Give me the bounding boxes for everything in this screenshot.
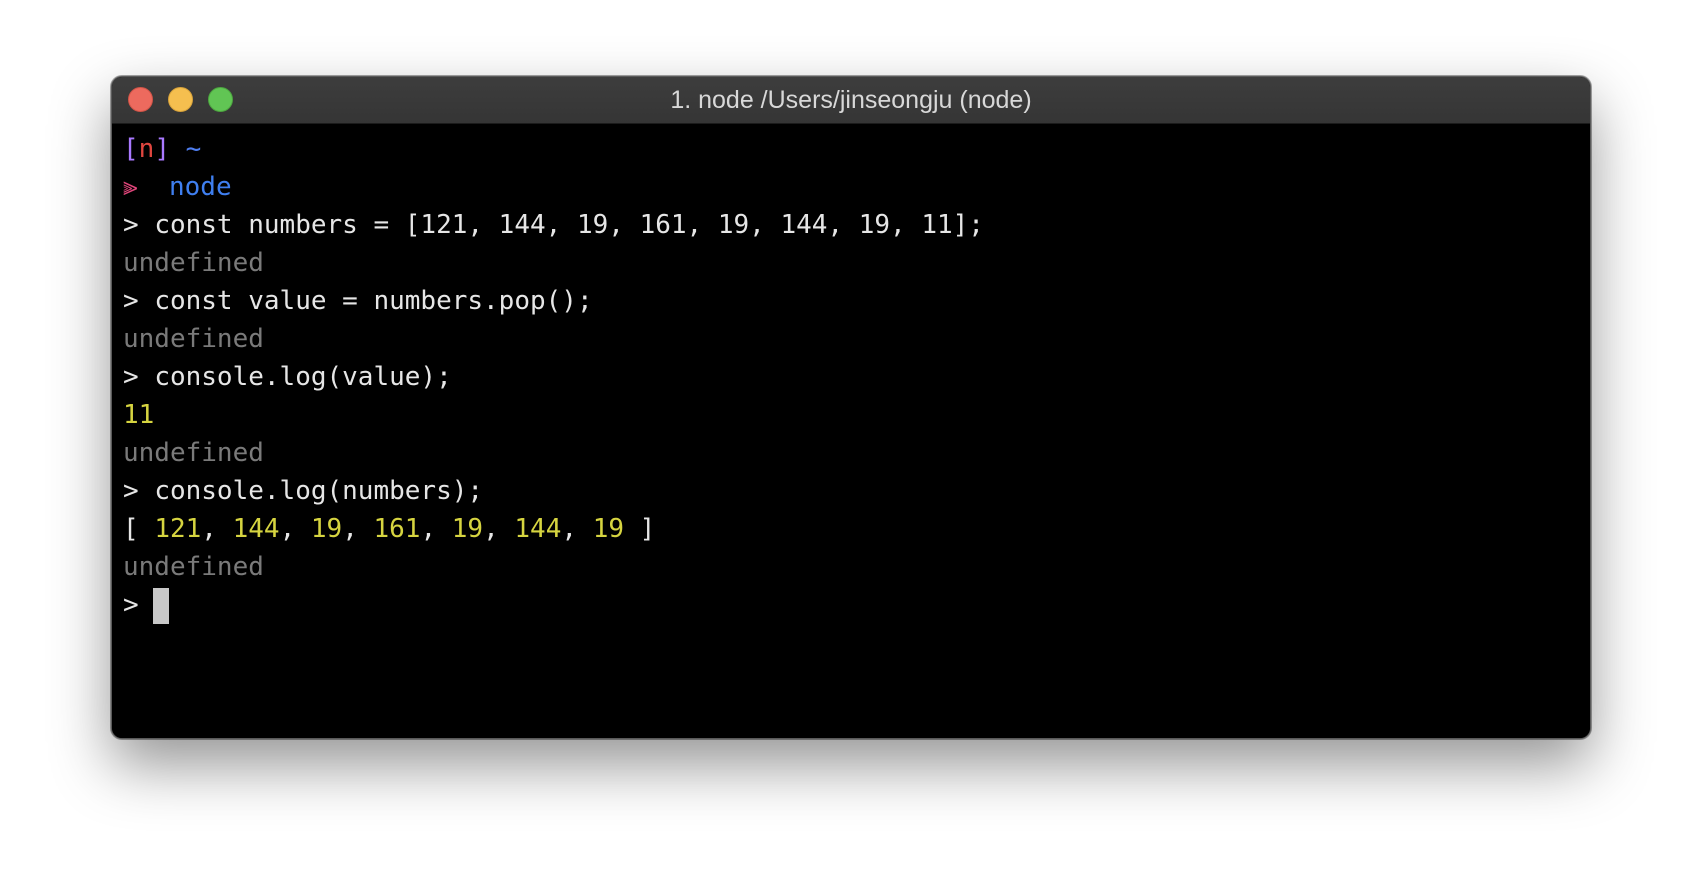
repl-prompt-symbol: > (123, 590, 139, 620)
repl-output-undefined: undefined (123, 244, 1590, 282)
repl-output-undefined: undefined (123, 434, 1590, 472)
repl-input-line: > console.log(value); (123, 358, 1590, 396)
array-element: 144 (232, 514, 280, 544)
repl-output-array: [ 121, 144, 19, 161, 19, 144, 19 ] (123, 514, 656, 544)
prompt-arrow-icon: ⫸ (123, 172, 138, 202)
repl-output-number: 11 (123, 396, 1590, 434)
window-title: 1. node /Users/jinseongju (node) (670, 86, 1032, 114)
terminal-window: 1. node /Users/jinseongju (node) [n] ~ ⫸… (111, 76, 1591, 739)
repl-output-text: undefined (123, 248, 264, 278)
repl-output-undefined: undefined (123, 320, 1590, 358)
repl-input-text: console.log(numbers); (154, 476, 484, 506)
repl-prompt-symbol: > (123, 362, 139, 392)
repl-input-text: const value = numbers.pop(); (154, 286, 593, 316)
shell-prompt-line: [n] ~ (123, 130, 1590, 168)
repl-output-text: undefined (123, 552, 264, 582)
prompt-n-indicator: n (138, 134, 155, 164)
array-element: 121 (154, 514, 202, 544)
prompt-bracket-open: [ (123, 134, 139, 164)
title-bar[interactable]: 1. node /Users/jinseongju (node) (112, 77, 1590, 124)
repl-output-text: undefined (123, 324, 264, 354)
shell-command-line: ⫸ node (123, 168, 1590, 206)
repl-input-line: > console.log(numbers); (123, 472, 1590, 510)
repl-output-text: undefined (123, 438, 264, 468)
repl-prompt-symbol: > (123, 476, 139, 506)
repl-output-undefined: undefined (123, 548, 1590, 586)
repl-history: > const numbers = [121, 144, 19, 161, 19… (123, 206, 1590, 586)
repl-input-text: console.log(value); (154, 362, 452, 392)
array-element: 161 (373, 514, 421, 544)
repl-input-line: > const numbers = [121, 144, 19, 161, 19… (123, 206, 1590, 244)
text-cursor (152, 587, 169, 624)
repl-active-prompt[interactable]: > (123, 586, 1590, 624)
array-element: 19 (310, 514, 343, 544)
array-bracket-open: [ (123, 514, 139, 544)
desktop-background: 1. node /Users/jinseongju (node) [n] ~ ⫸… (0, 0, 1700, 886)
prompt-bracket-close: ] (154, 134, 170, 164)
repl-prompt-symbol: > (123, 210, 139, 240)
array-element: 19 (451, 514, 484, 544)
array-bracket-close: ] (639, 514, 656, 544)
prompt-directory: ~ (185, 134, 202, 164)
terminal-output[interactable]: [n] ~ ⫸ node > const numbers = [121, 144… (112, 124, 1590, 738)
repl-prompt-symbol: > (123, 286, 139, 316)
repl-input-line: > const value = numbers.pop(); (123, 282, 1590, 320)
repl-output-value: 11 (123, 400, 155, 430)
array-element: 19 (592, 514, 624, 544)
shell-command: node (168, 172, 232, 202)
array-element: 144 (514, 514, 562, 544)
repl-input-text: const numbers = [121, 144, 19, 161, 19, … (154, 210, 984, 240)
